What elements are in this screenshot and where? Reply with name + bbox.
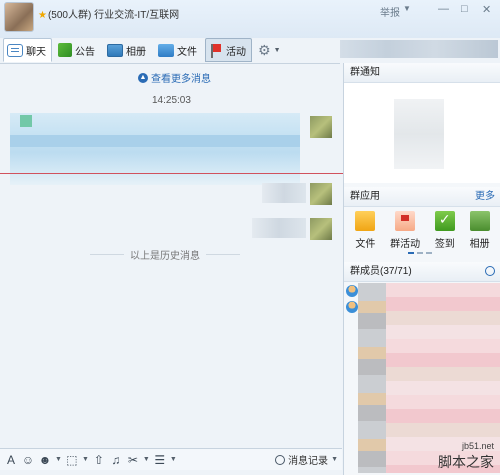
blurred-message — [252, 218, 306, 238]
history-divider: 以上是历史消息 — [90, 247, 240, 262]
blurred-emoji — [20, 115, 32, 127]
chevron-down-icon[interactable]: ▼ — [82, 456, 89, 463]
up-arrow-icon: ▲ — [138, 72, 148, 83]
magic-emoji-icon[interactable]: ☻ — [38, 453, 52, 467]
group-members-title: 群成员(37/71) — [350, 266, 412, 277]
notice-icon — [58, 43, 72, 57]
pager-dot[interactable] — [417, 252, 423, 254]
blurred-banner — [340, 40, 498, 58]
app-photo-label: 相册 — [469, 239, 490, 250]
group-title: ★(500人群) 行业交流-IT/互联网 — [38, 6, 179, 21]
app-checkin[interactable]: 签到 — [434, 211, 455, 250]
chevron-down-icon[interactable]: ▼ — [55, 456, 62, 463]
blurred-message-line — [10, 135, 300, 147]
group-apps-header: 群应用 更多 — [344, 187, 500, 207]
folder-icon — [355, 211, 376, 231]
screenshot-icon[interactable]: ⬚ — [65, 453, 79, 467]
font-icon[interactable]: A — [4, 453, 18, 467]
group-activity-icon — [395, 211, 416, 231]
pager-dot[interactable] — [426, 252, 432, 254]
maximize-button[interactable]: □ — [461, 3, 468, 15]
scissors-icon[interactable]: ✂ — [126, 453, 140, 467]
group-apps-title: 群应用 — [350, 191, 380, 202]
chevron-down-icon: ▼ — [331, 456, 338, 463]
tab-chat[interactable]: 聊天 — [3, 38, 52, 62]
group-avatar[interactable] — [4, 2, 34, 32]
music-icon[interactable]: ♫ — [109, 453, 123, 467]
tab-activity-label: 活动 — [226, 46, 246, 58]
close-button[interactable]: ✕ — [482, 3, 491, 16]
avatar[interactable] — [310, 218, 332, 240]
message-timestamp: 14:25:03 — [152, 95, 191, 106]
watermark: jb51.net 脚本之家 — [438, 441, 494, 471]
title-bar: ★(500人群) 行业交流-IT/互联网 举报 ▼ — □ ✕ — [0, 0, 500, 38]
input-toolbar: A ☺ ☻ ▼ ⬚ ▼ ⇧ ♫ ✂ ▼ ☰ ▼ 消息记录 ▼ — [0, 448, 342, 470]
app-group-activity-label: 群活动 — [390, 239, 421, 250]
app-photo[interactable]: 相册 — [469, 211, 490, 250]
avatar[interactable] — [310, 116, 332, 138]
tab-file[interactable]: 文件 — [154, 38, 203, 62]
app-checkin-label: 签到 — [434, 239, 455, 250]
group-members-header: 群成员(37/71) — [344, 262, 500, 282]
tab-bar: 聊天 公告 相册 文件 活动 ⚙ ▼ — [3, 38, 287, 62]
right-panel: 群通知 群应用 更多 文件 群活动 签到 相册 群成员(37/71) — [343, 63, 500, 475]
report-link[interactable]: 举报 — [380, 4, 400, 19]
search-icon[interactable] — [485, 266, 495, 276]
group-title-text: (500人群) 行业交流-IT/互联网 — [47, 10, 180, 21]
view-more-messages-label: 查看更多消息 — [151, 74, 211, 85]
tab-album[interactable]: 相册 — [103, 38, 152, 62]
pager-dot[interactable] — [408, 252, 414, 254]
tab-notice[interactable]: 公告 — [54, 38, 101, 62]
chevron-down-icon[interactable]: ▼ — [143, 456, 150, 463]
tab-album-label: 相册 — [126, 46, 146, 58]
tab-activity[interactable]: 活动 — [205, 38, 252, 62]
album-icon — [107, 43, 123, 57]
more-apps-link[interactable]: 更多 — [475, 187, 495, 207]
blurred-message — [10, 113, 300, 185]
upload-icon[interactable]: ⇧ — [92, 453, 106, 467]
more-tools-icon[interactable]: ☰ — [153, 453, 167, 467]
chevron-down-icon[interactable]: ▼ — [170, 456, 177, 463]
member-icon — [346, 301, 358, 313]
chat-area[interactable]: ▲ 查看更多消息 14:25:03 以上是历史消息 — [0, 63, 340, 450]
photo-icon — [469, 211, 490, 231]
tab-file-label: 文件 — [177, 46, 197, 58]
emoji-icon[interactable]: ☺ — [21, 453, 35, 467]
apps-pager[interactable] — [408, 252, 432, 254]
clock-icon — [275, 454, 286, 465]
blurred-message — [262, 183, 306, 203]
app-file[interactable]: 文件 — [355, 211, 376, 250]
member-icon — [346, 285, 358, 297]
app-file-label: 文件 — [355, 239, 376, 250]
avatar[interactable] — [310, 183, 332, 205]
group-notice-body — [344, 83, 500, 183]
tab-chat-label: 聊天 — [26, 46, 46, 58]
star-icon: ★ — [38, 10, 47, 21]
chevron-down-icon: ▼ — [273, 46, 281, 54]
watermark-site: jb51.net — [461, 441, 494, 452]
history-label: 以上是历史消息 — [130, 251, 200, 262]
watermark-name: 脚本之家 — [438, 453, 494, 470]
checkin-icon — [434, 211, 455, 231]
chevron-down-icon[interactable]: ▼ — [403, 4, 411, 13]
group-notice-header: 群通知 — [344, 63, 500, 83]
group-apps: 文件 群活动 签到 相册 — [344, 211, 500, 250]
settings-menu-button[interactable]: ⚙ ▼ — [254, 38, 287, 62]
app-group-activity[interactable]: 群活动 — [390, 211, 420, 250]
message-history-label: 消息记录 — [288, 456, 329, 467]
divider-line — [90, 254, 124, 255]
blurred-notice — [394, 99, 444, 169]
message-history-button[interactable]: 消息记录 ▼ — [275, 452, 338, 467]
divider-line — [206, 254, 240, 255]
view-more-messages-link[interactable]: ▲ 查看更多消息 — [138, 70, 211, 85]
tab-notice-label: 公告 — [75, 46, 95, 58]
file-icon — [158, 43, 174, 57]
flag-icon — [209, 43, 223, 58]
minimize-button[interactable]: — — [438, 3, 449, 15]
chat-icon — [7, 43, 23, 57]
gear-icon: ⚙ — [258, 41, 271, 58]
